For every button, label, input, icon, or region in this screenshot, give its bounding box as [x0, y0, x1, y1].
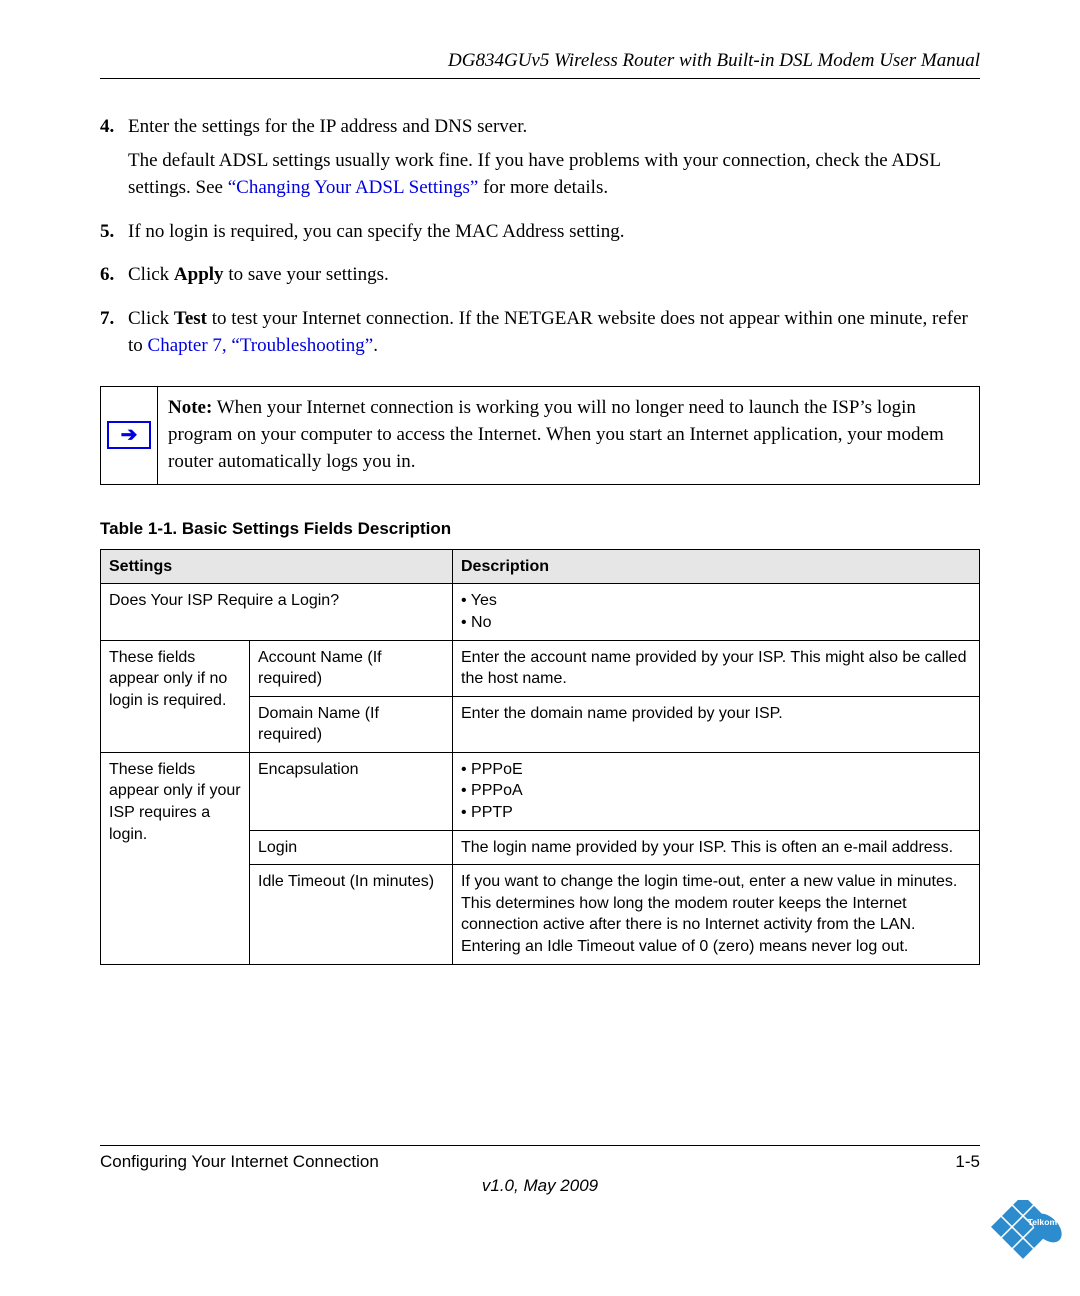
footer-section: Configuring Your Internet Connection [100, 1152, 379, 1172]
arrow-right-icon: ➔ [107, 421, 151, 449]
cell-field: Idle Timeout (In minutes) [250, 865, 453, 964]
step-number: 6. [100, 261, 128, 295]
link-troubleshooting[interactable]: Chapter 7, “Troubleshooting” [148, 335, 374, 356]
document-header: DG834GUv5 Wireless Router with Built-in … [100, 50, 980, 72]
note-text: When your Internet connection is working… [168, 397, 944, 472]
col-header-settings: Settings [101, 549, 453, 584]
cell-setting: Does Your ISP Require a Login? [101, 584, 453, 640]
page-content: DG834GUv5 Wireless Router with Built-in … [0, 0, 1080, 965]
step-6: 6. Click Apply to save your settings. [100, 261, 980, 295]
apply-label: Apply [174, 264, 224, 285]
cell-description: Enter the account name provided by your … [453, 640, 980, 696]
step-line: The default ADSL settings usually work f… [128, 147, 980, 202]
cell-description: Enter the domain name provided by your I… [453, 696, 980, 752]
note-body: Note: When your Internet connection is w… [158, 387, 979, 484]
footer-row: Configuring Your Internet Connection 1-5 [100, 1152, 980, 1172]
step-list: 4. Enter the settings for the IP address… [100, 113, 980, 366]
step-number: 5. [100, 218, 128, 252]
step-7: 7. Click Test to test your Internet conn… [100, 305, 980, 366]
cell-field: Domain Name (If required) [250, 696, 453, 752]
step-number: 4. [100, 113, 128, 208]
step-line: Click Test to test your Internet connect… [128, 305, 980, 360]
cell-group-label: These fields appear only if your ISP req… [101, 752, 250, 964]
table-row: Does Your ISP Require a Login? • Yes • N… [101, 584, 980, 640]
cell-description: • Yes • No [453, 584, 980, 640]
step-body: If no login is required, you can specify… [128, 218, 980, 252]
step-5: 5. If no login is required, you can spec… [100, 218, 980, 252]
step-body: Enter the settings for the IP address an… [128, 113, 980, 208]
cell-group-label: These fields appear only if no login is … [101, 640, 250, 752]
footer-page-number: 1-5 [955, 1152, 980, 1172]
test-label: Test [174, 308, 207, 329]
step-body: Click Apply to save your settings. [128, 261, 980, 295]
cell-description: The login name provided by your ISP. Thi… [453, 830, 980, 865]
step-line: Enter the settings for the IP address an… [128, 113, 980, 141]
table-row: These fields appear only if your ISP req… [101, 752, 980, 830]
cell-description: • PPPoE • PPPoA • PPTP [453, 752, 980, 830]
cell-field: Encapsulation [250, 752, 453, 830]
step-line: Click Apply to save your settings. [128, 261, 980, 289]
table-row: These fields appear only if no login is … [101, 640, 980, 696]
step-body: Click Test to test your Internet connect… [128, 305, 980, 366]
step-line: If no login is required, you can specify… [128, 218, 980, 246]
cell-field: Account Name (If required) [250, 640, 453, 696]
note-label: Note: [168, 397, 212, 418]
table-header-row: Settings Description [101, 549, 980, 584]
footer-version: v1.0, May 2009 [100, 1176, 980, 1196]
settings-table: Settings Description Does Your ISP Requi… [100, 549, 980, 965]
telkom-logo-icon: Telkom [984, 1200, 1062, 1278]
table-caption: Table 1-1. Basic Settings Fields Descrip… [100, 519, 980, 539]
step-number: 7. [100, 305, 128, 366]
note-box: ➔ Note: When your Internet connection is… [100, 386, 980, 485]
link-adsl-settings[interactable]: “Changing Your ADSL Settings” [228, 177, 479, 198]
cell-field: Login [250, 830, 453, 865]
page-footer: Configuring Your Internet Connection 1-5… [100, 1145, 980, 1196]
col-header-description: Description [453, 549, 980, 584]
cell-description: If you want to change the login time-out… [453, 865, 980, 964]
note-icon-cell: ➔ [101, 387, 158, 484]
footer-rule [100, 1145, 980, 1146]
step-4: 4. Enter the settings for the IP address… [100, 113, 980, 208]
svg-text:Telkom: Telkom [1028, 1217, 1058, 1227]
header-rule [100, 78, 980, 79]
